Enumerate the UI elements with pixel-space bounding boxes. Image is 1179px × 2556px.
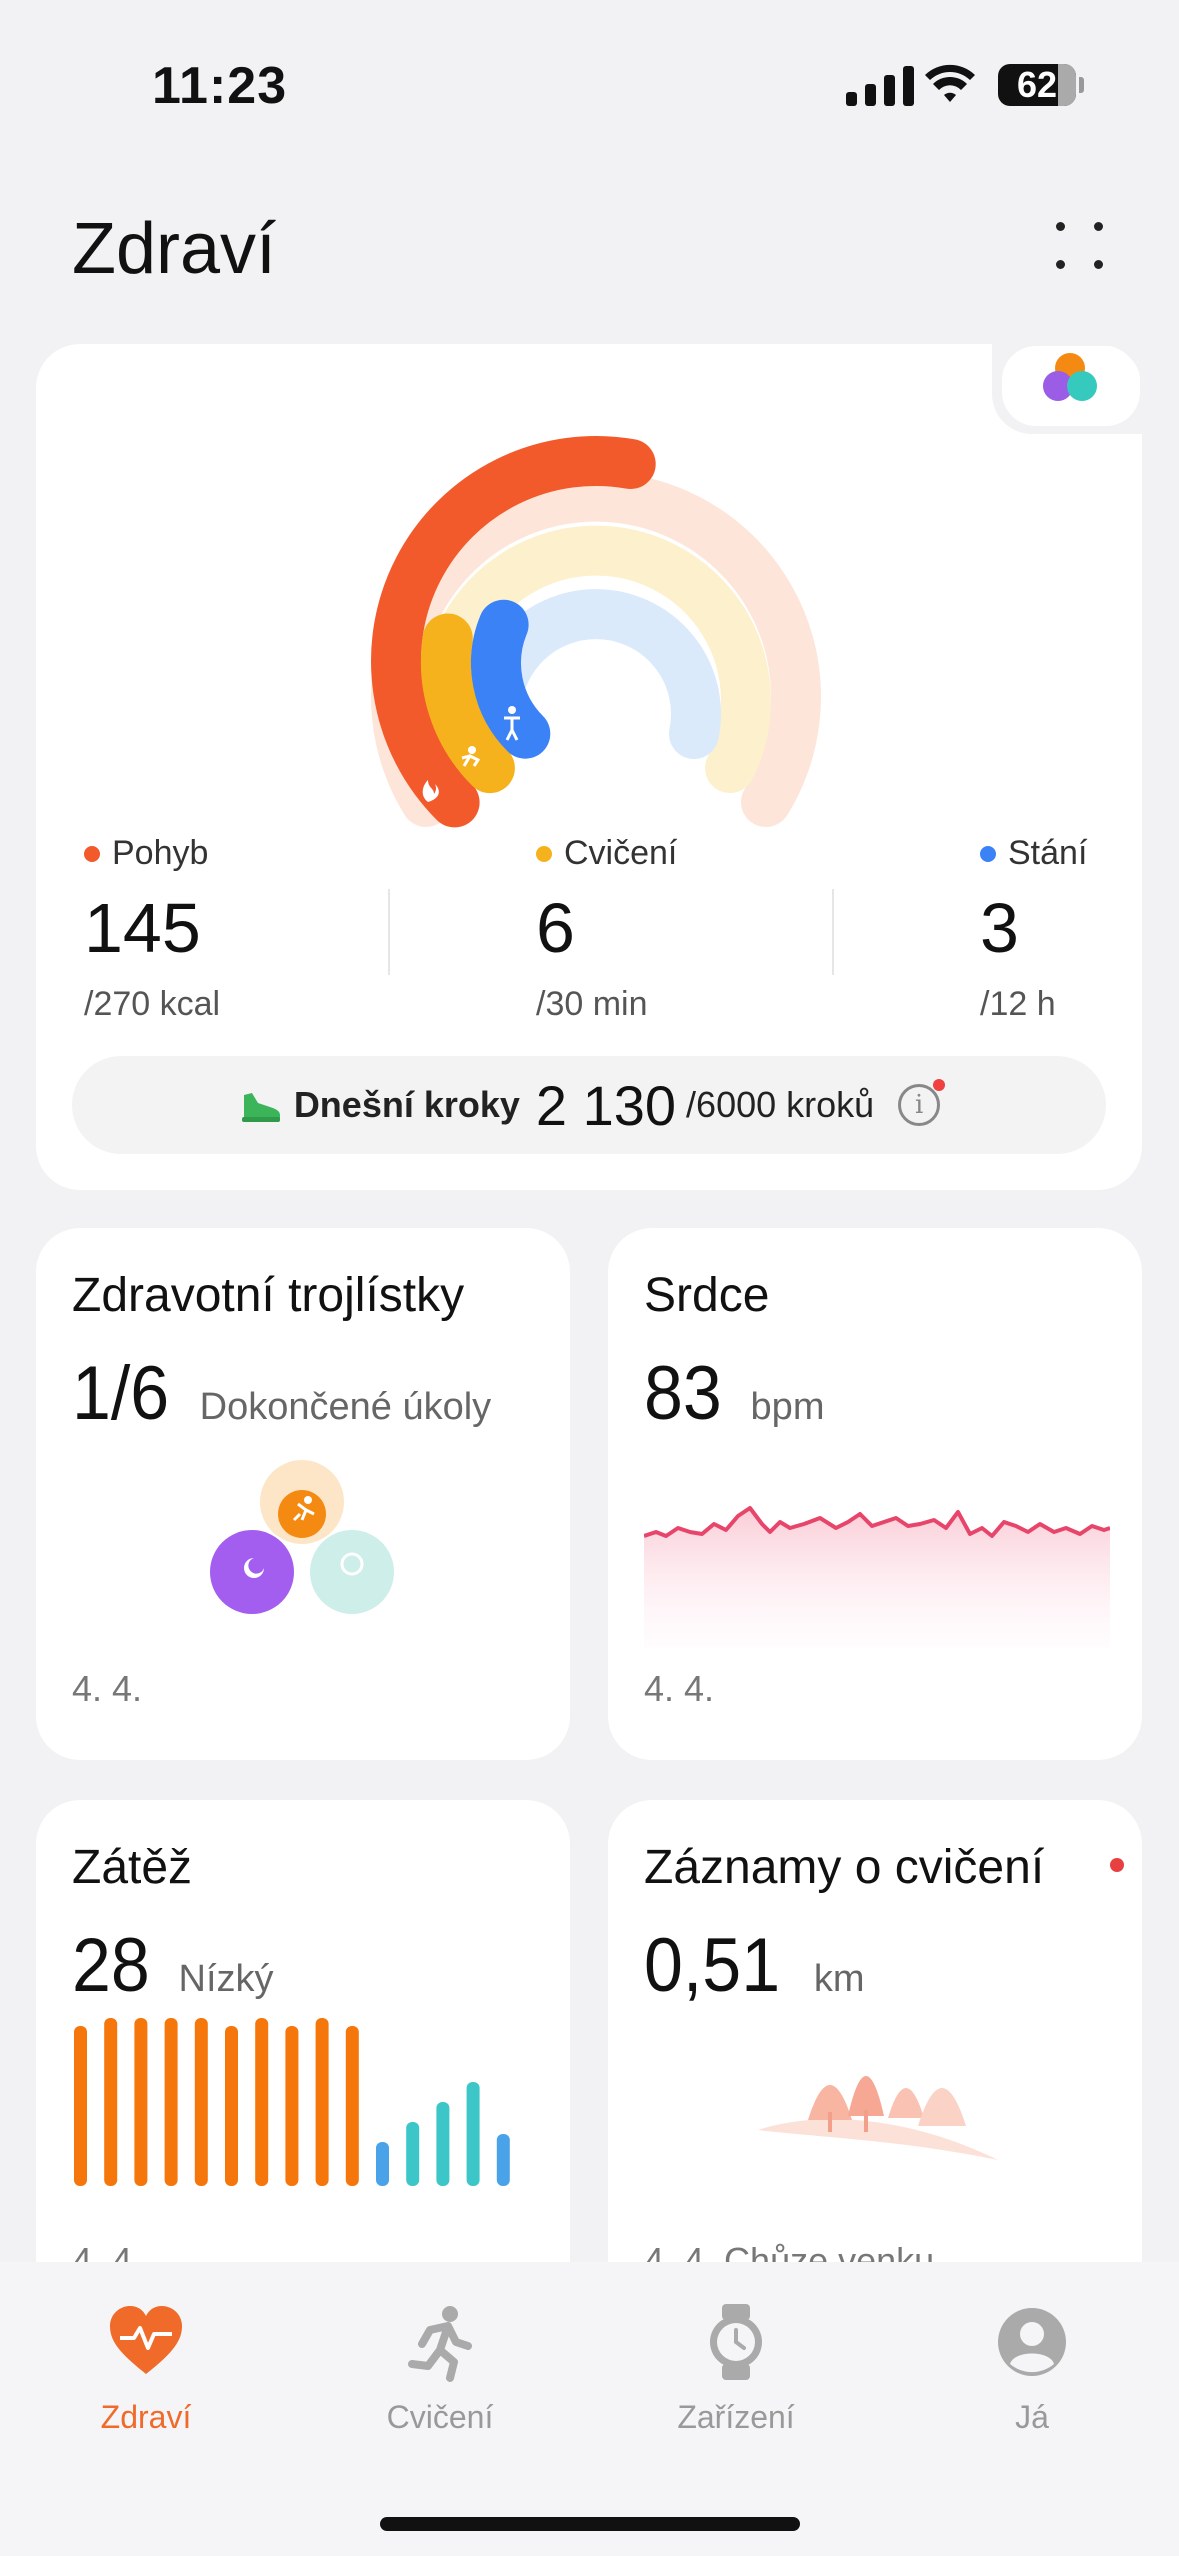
activity-rings-card[interactable]: Pohyb 145 /270 kcal Cvičení 6 /30 min St… [36, 344, 1142, 1190]
move-metric: Pohyb 145 /270 kcal [84, 834, 220, 1024]
heart-rate-card[interactable]: Srdce 83 bpm 4. 4. [608, 1228, 1142, 1760]
trefoil-date: 4. 4. [72, 1668, 143, 1709]
running-icon [408, 2306, 472, 2382]
stress-date: 4. 4. [72, 2240, 143, 2262]
exercise-label: Cvičení [564, 834, 678, 872]
notification-dot [1110, 1858, 1124, 1872]
stand-label: Stání [1008, 834, 1088, 872]
runner-icon [468, 746, 476, 754]
shoe-icon [241, 1093, 280, 1122]
workouts-date: 4. 4. Chůze venku [644, 2240, 935, 2262]
status-time: 11:23 [152, 57, 288, 115]
heart-icon [110, 2306, 182, 2374]
nav-label-me: Já [1015, 2399, 1049, 2435]
health-clover-icon[interactable] [996, 344, 1142, 430]
move-goal: /270 kcal [84, 985, 221, 1023]
stress-chart [74, 2018, 510, 2186]
heart-unit: bpm [750, 1386, 825, 1428]
bottom-navigation: Zdraví Cvičení Zařízení Já [0, 2262, 1179, 2556]
stand-goal: /12 h [980, 985, 1056, 1023]
watch-icon [710, 2304, 762, 2380]
stress-bar [376, 2142, 389, 2186]
trefoil-unit: Dokončené úkoly [199, 1386, 492, 1428]
exercise-value: 6 [536, 889, 575, 967]
stress-bar [134, 2018, 148, 2186]
nav-label-exercise: Cvičení [386, 2399, 494, 2435]
exercise-dot [536, 845, 552, 862]
stress-bar [74, 2026, 87, 2186]
move-dot [84, 845, 100, 862]
stress-bar [225, 2026, 238, 2186]
trefoil-value: 1/6 [72, 1351, 170, 1436]
move-label: Pohyb [112, 834, 209, 872]
exercise-metric: Cvičení 6 /30 min [536, 834, 677, 1024]
trail-illustration-icon [758, 2076, 998, 2160]
info-icon[interactable]: i [898, 1079, 946, 1126]
nav-tab-me[interactable]: Já [932, 2302, 1132, 2436]
workout-records-card[interactable]: Záznamy o cvičení 0,51 km 4. 4. Chůze ve… [608, 1800, 1142, 2262]
workouts-value: 0,51 [644, 1923, 781, 2008]
stress-bar [255, 2018, 269, 2186]
stress-title: Zátěž [72, 1841, 193, 1894]
exercise-goal: /30 min [536, 985, 648, 1023]
health-trefoil-card[interactable]: Zdravotní trojlístky 1/6 Dokončené úkoly… [36, 1228, 570, 1760]
stress-card[interactable]: Zátěž 28 Nízký 4. 4. [36, 1800, 570, 2262]
stress-bar [436, 2102, 450, 2186]
stress-bar [345, 2026, 359, 2186]
stress-unit: Nízký [178, 1958, 274, 2000]
home-indicator [380, 2517, 800, 2531]
nav-label-health: Zdraví [100, 2399, 192, 2435]
steps-value: 2 130 [535, 1073, 677, 1137]
stress-bar [466, 2082, 480, 2186]
steps-goal: /6000 kroků [686, 1084, 875, 1125]
stress-bar [194, 2018, 208, 2186]
heart-date: 4. 4. [644, 1668, 715, 1709]
steps-label: Dnešní kroky [293, 1084, 520, 1125]
stress-bar [406, 2122, 420, 2186]
workouts-title: Záznamy o cvičení [644, 1841, 1045, 1894]
move-value: 145 [84, 889, 201, 967]
stress-bar [285, 2026, 299, 2186]
trefoil-icon [210, 1460, 394, 1614]
stand-metric: Stání 3 /12 h [980, 834, 1087, 1024]
signal-icon [846, 64, 914, 106]
wifi-icon [925, 64, 975, 102]
stress-bar [315, 2018, 329, 2186]
stress-value: 28 [72, 1923, 150, 2008]
steps-bar[interactable]: Dnešní kroky 2 130 /6000 kroků i [72, 1056, 1106, 1154]
workouts-unit: km [813, 1958, 865, 2000]
trefoil-title: Zdravotní trojlístky [72, 1269, 465, 1322]
nav-label-devices: Zařízení [677, 2399, 795, 2435]
profile-icon [998, 2308, 1066, 2376]
heart-title: Srdce [644, 1269, 770, 1322]
stress-bar [496, 2134, 510, 2186]
more-menu-button[interactable] [1052, 218, 1108, 274]
activity-rings [371, 435, 821, 828]
nav-tab-exercise[interactable]: Cvičení [340, 2302, 540, 2436]
stress-bar [104, 2018, 118, 2186]
stand-dot [980, 845, 996, 862]
stress-bar [164, 2018, 178, 2186]
status-bar: 11:23 62 [0, 0, 1179, 170]
heart-rate-chart [644, 1506, 1110, 1648]
nav-tab-devices[interactable]: Zařízení [636, 2302, 836, 2436]
page-title: Zdraví [72, 209, 277, 289]
nav-tab-health[interactable]: Zdraví [46, 2302, 246, 2436]
battery-level: 62 [1016, 64, 1058, 105]
standing-icon [508, 706, 516, 714]
battery-icon: 62 [998, 64, 1076, 106]
stand-value: 3 [980, 889, 1019, 967]
heart-value: 83 [644, 1351, 722, 1436]
